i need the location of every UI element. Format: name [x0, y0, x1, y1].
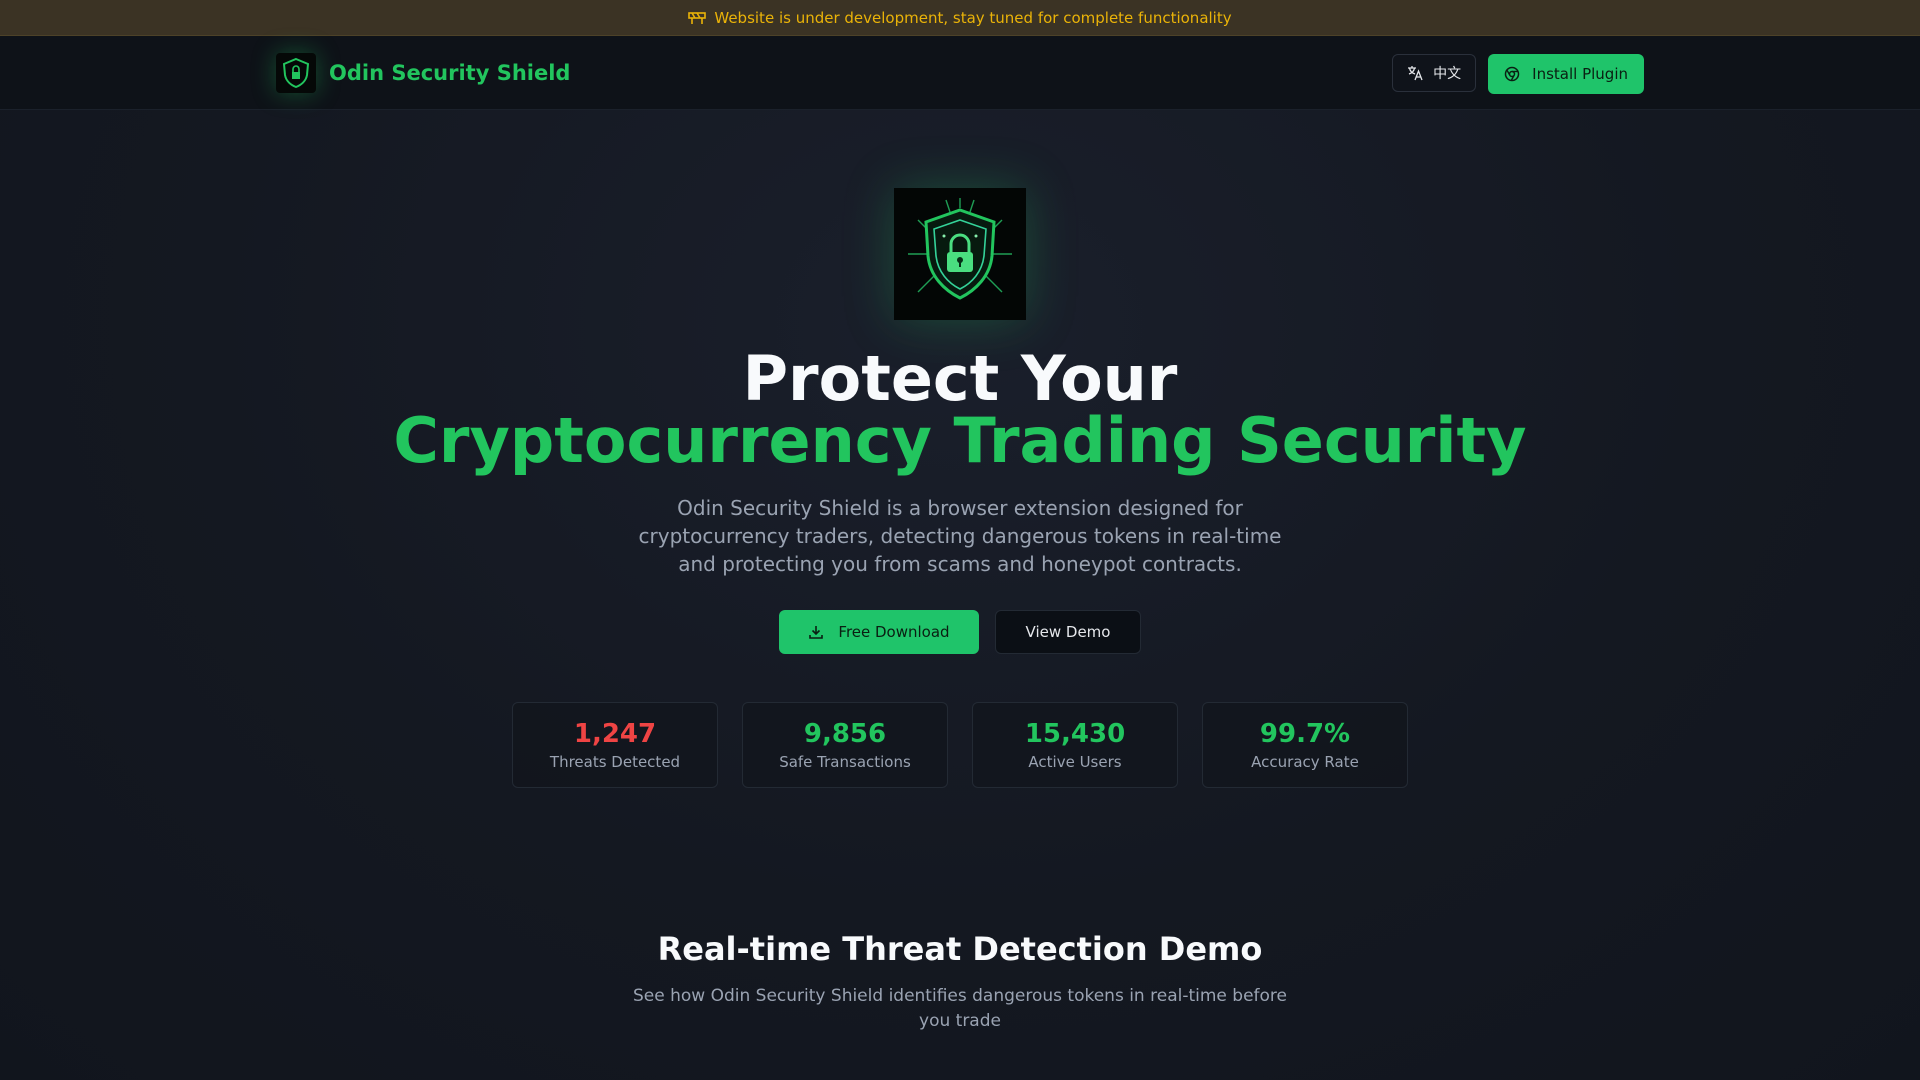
hero-shield-logo	[894, 188, 1026, 320]
hero-description: Odin Security Shield is a browser extens…	[638, 496, 1282, 576]
stat-label: Safe Transactions	[779, 753, 911, 771]
page: Website is under development, stay tuned…	[0, 0, 1920, 1080]
stat-value: 15,430	[1024, 719, 1126, 749]
download-icon	[809, 626, 824, 639]
stat-card-transactions: 9,856 Safe Transactions	[742, 702, 948, 788]
view-demo-label: View Demo	[1025, 623, 1111, 641]
cta-buttons: Free Download View Demo	[0, 610, 1920, 654]
stat-card-accuracy: 99.7% Accuracy Rate	[1202, 702, 1408, 788]
stat-label: Accuracy Rate	[1251, 753, 1359, 771]
view-demo-button[interactable]: View Demo	[995, 610, 1141, 654]
banner-text: Website is under development, stay tuned…	[714, 8, 1232, 27]
stats-row: 1,247 Threats Detected 9,856 Safe Transa…	[512, 702, 1408, 788]
language-toggle-button[interactable]: 中文	[1392, 54, 1477, 92]
stat-value: 99.7%	[1259, 719, 1351, 749]
install-plugin-button[interactable]: Install Plugin	[1488, 54, 1644, 94]
install-plugin-label: Install Plugin	[1532, 65, 1628, 83]
shield-lock-icon	[908, 198, 1012, 300]
stat-value: 9,856	[803, 719, 887, 749]
translate-icon	[1408, 66, 1423, 81]
brand-name: Odin Security Shield	[329, 61, 571, 85]
chrome-icon	[1504, 66, 1520, 82]
free-download-button[interactable]: Free Download	[779, 610, 979, 654]
shield-logo-icon	[276, 53, 316, 93]
development-banner: Website is under development, stay tuned…	[0, 0, 1920, 36]
stat-card-threats: 1,247 Threats Detected	[512, 702, 718, 788]
stat-label: Active Users	[1028, 753, 1122, 771]
demo-section-title: Real-time Threat Detection Demo	[657, 930, 1263, 968]
free-download-label: Free Download	[838, 623, 950, 641]
stat-card-users: 15,430 Active Users	[972, 702, 1178, 788]
language-label: 中文	[1433, 66, 1462, 82]
header-actions: 中文 Install Plugin	[1392, 54, 1644, 94]
site-header: Odin Security Shield 中文 Install Plugin	[0, 36, 1920, 110]
hero-title-line-1: Protect Your	[742, 342, 1178, 415]
hero-title-line-2: Cryptocurrency Trading Security	[393, 404, 1527, 477]
construction-icon	[688, 11, 707, 24]
brand-home-link[interactable]: Odin Security Shield	[276, 50, 570, 96]
stat-label: Threats Detected	[549, 753, 681, 771]
demo-section-description: See how Odin Security Shield identifies …	[633, 986, 1287, 1031]
stat-value: 1,247	[573, 719, 657, 749]
